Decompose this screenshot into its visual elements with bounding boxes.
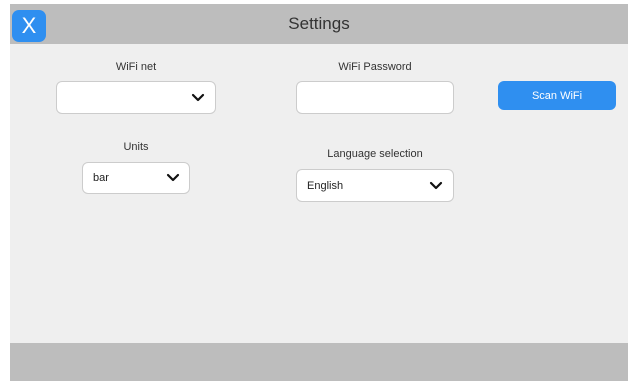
settings-app: Settings X WiFi net WiFi Password Scan W… bbox=[0, 0, 628, 381]
page-title: Settings bbox=[288, 14, 350, 33]
units-value: bar bbox=[93, 172, 109, 184]
language-dropdown[interactable]: English bbox=[296, 169, 454, 202]
wifi-password-label: WiFi Password bbox=[338, 61, 412, 73]
wifi-net-label: WiFi net bbox=[115, 61, 157, 73]
units-label: Units bbox=[123, 141, 149, 153]
chevron-down-icon bbox=[166, 173, 180, 182]
scan-wifi-button[interactable]: Scan WiFi bbox=[498, 81, 616, 110]
footer-bar bbox=[10, 343, 628, 381]
close-button[interactable]: X bbox=[12, 10, 46, 42]
language-label: Language selection bbox=[327, 148, 423, 160]
chevron-down-icon bbox=[429, 181, 443, 189]
chevron-down-icon bbox=[191, 93, 205, 101]
units-dropdown[interactable]: bar bbox=[82, 162, 190, 194]
wifi-net-dropdown[interactable] bbox=[56, 81, 216, 114]
language-value: English bbox=[307, 179, 344, 192]
wifi-password-input[interactable] bbox=[296, 81, 454, 114]
